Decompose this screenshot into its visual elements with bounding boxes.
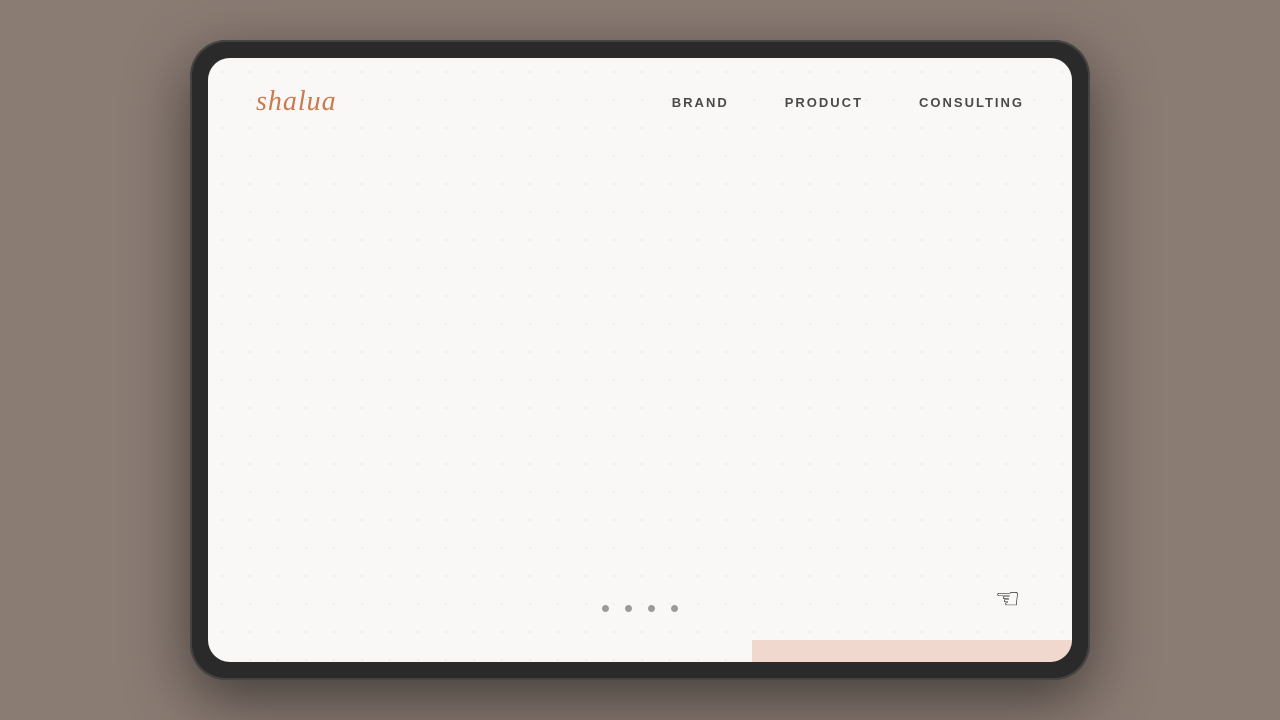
nav-brand[interactable]: BRAND	[672, 95, 729, 110]
tablet-screen: shalua BRAND PRODUCT CONSULTING ☞	[208, 58, 1072, 662]
dot-1[interactable]	[602, 605, 609, 612]
site-header: shalua BRAND PRODUCT CONSULTING	[208, 58, 1072, 138]
site-logo[interactable]: shalua	[256, 86, 337, 118]
dot-3[interactable]	[648, 605, 655, 612]
cursor-hand-icon: ☞	[995, 586, 1020, 614]
main-content	[208, 138, 1072, 652]
dot-2[interactable]	[625, 605, 632, 612]
site-nav: BRAND PRODUCT CONSULTING	[672, 95, 1024, 110]
tablet-frame: shalua BRAND PRODUCT CONSULTING ☞	[190, 40, 1090, 680]
nav-consulting[interactable]: CONSULTING	[919, 95, 1024, 110]
nav-product[interactable]: PRODUCT	[785, 95, 863, 110]
pagination-dots	[602, 605, 678, 612]
dot-4[interactable]	[671, 605, 678, 612]
